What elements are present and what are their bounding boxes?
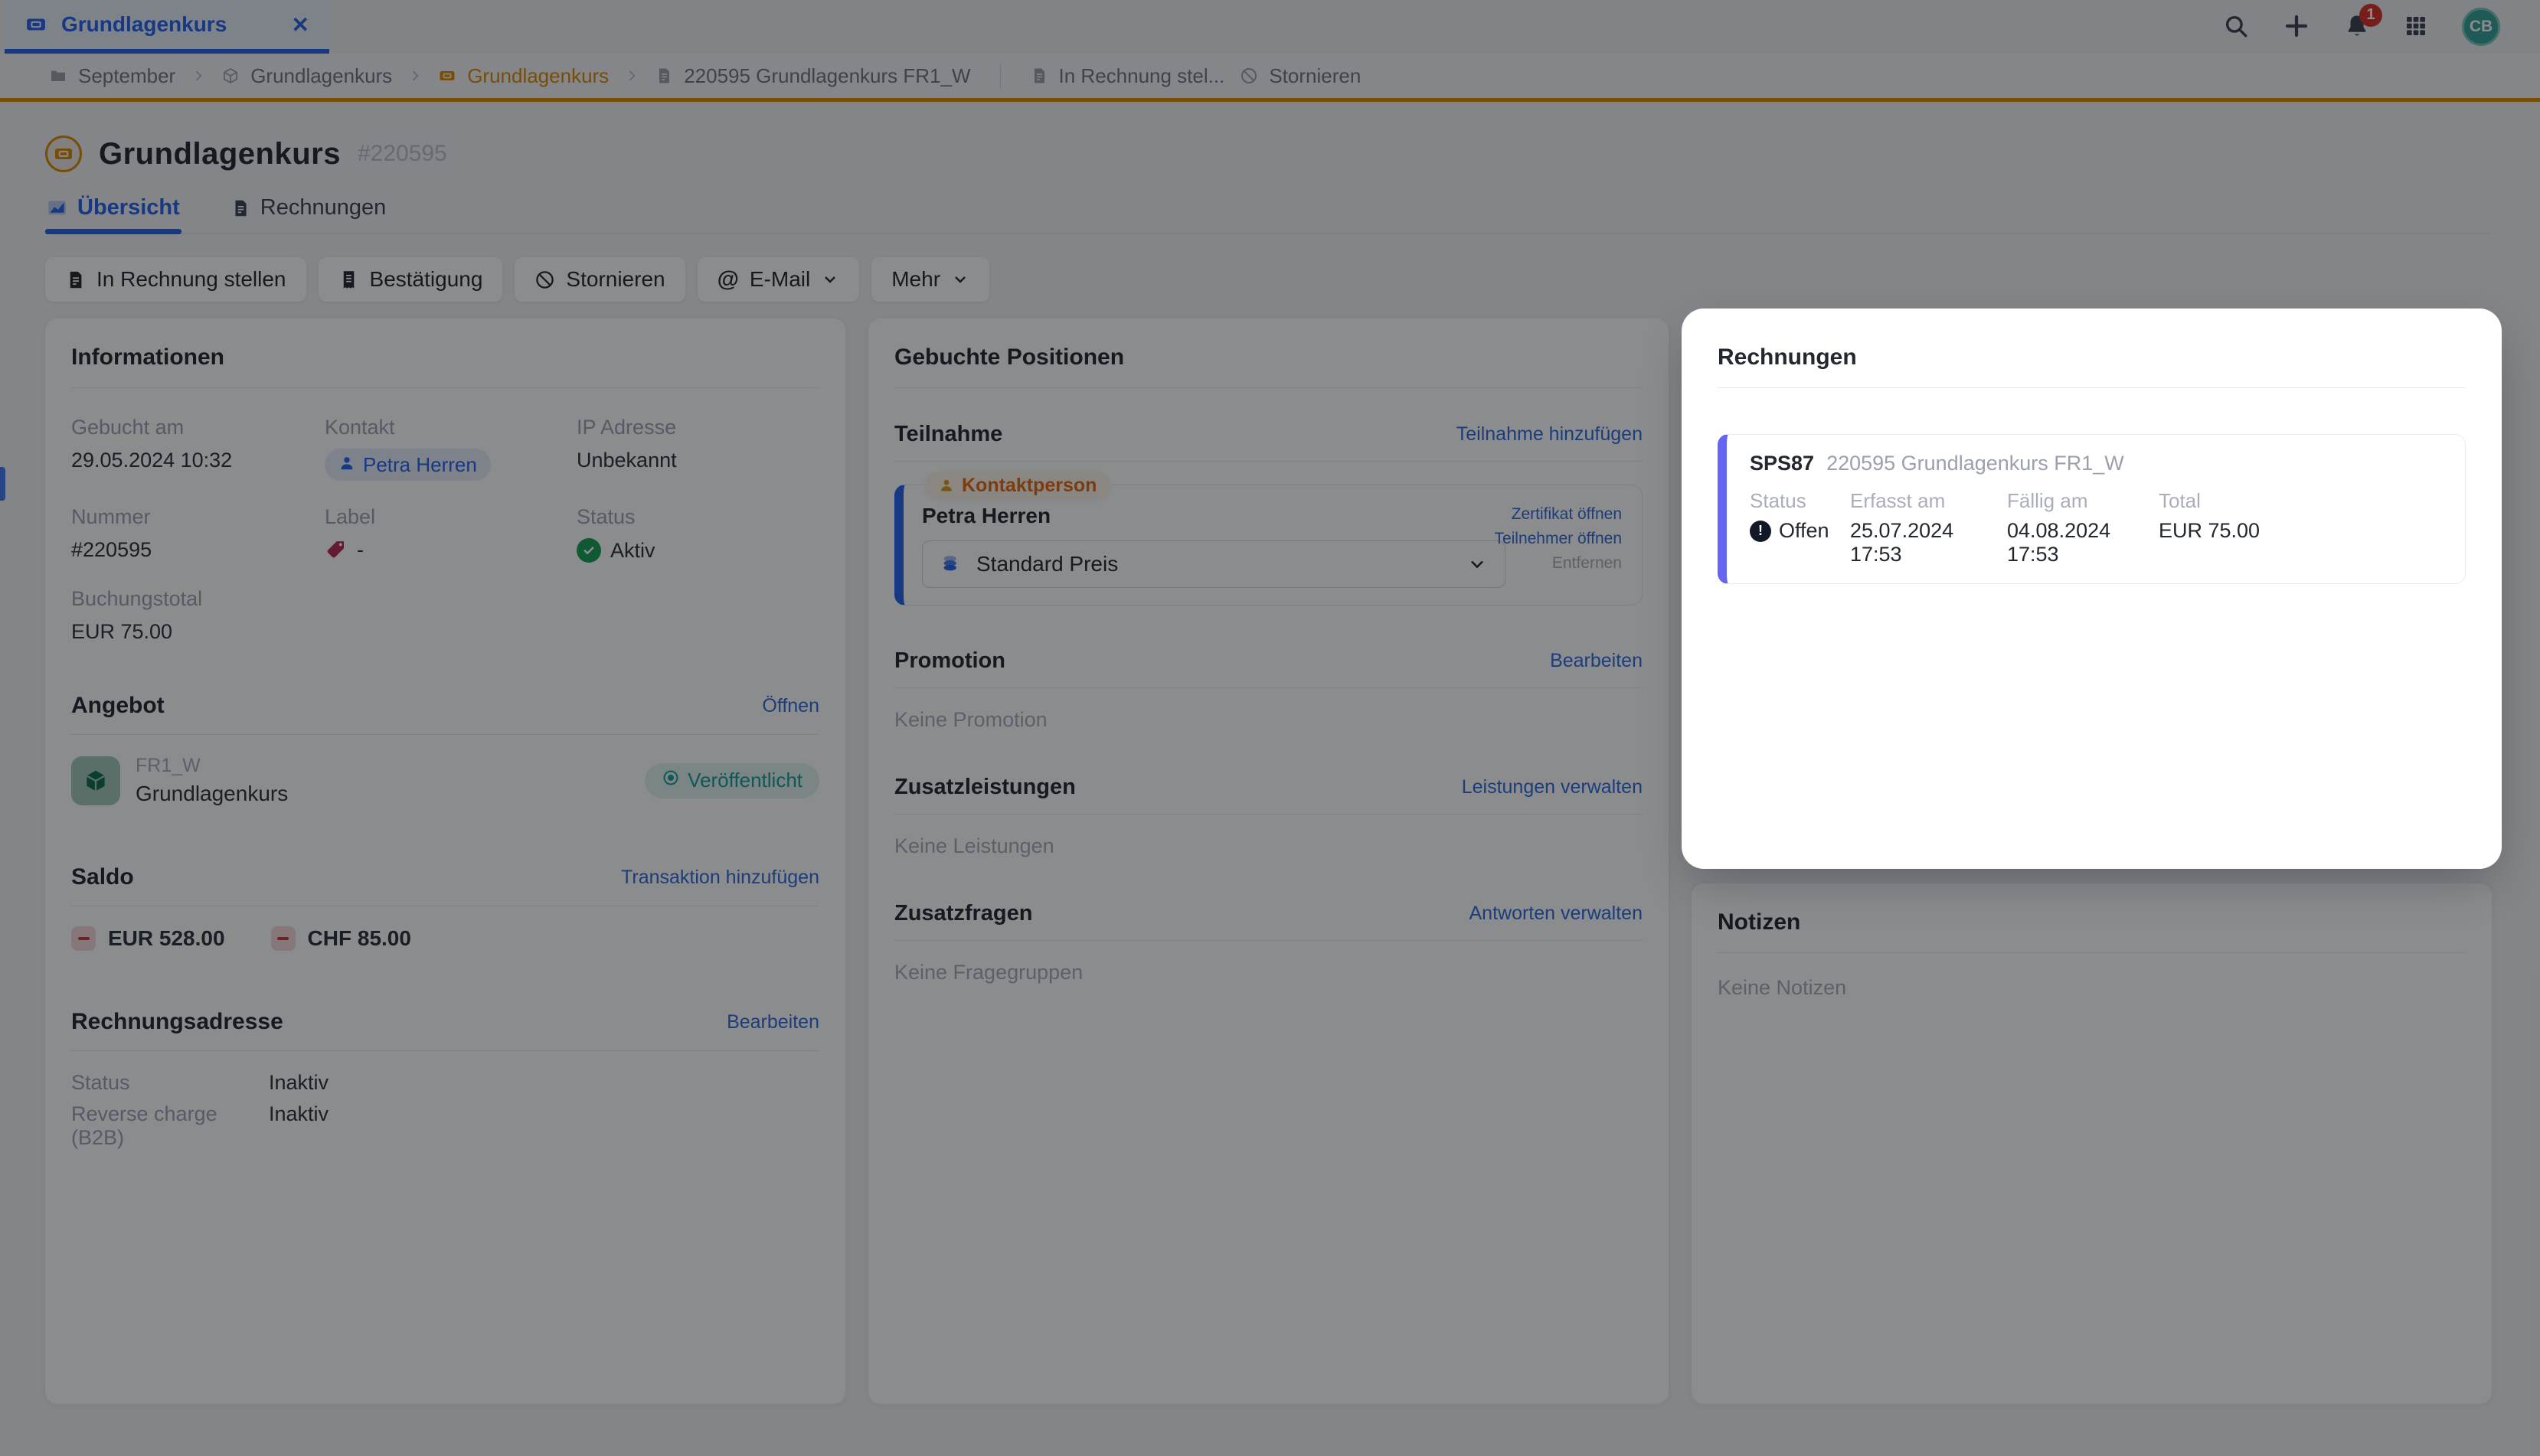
invoice-total-col: Total EUR 75.00 xyxy=(2159,489,2445,566)
invoice-total: EUR 75.00 xyxy=(2159,519,2445,543)
column-label: Fällig am xyxy=(2007,489,2159,513)
invoice-due: 04.08.2024 17:53 xyxy=(2007,519,2159,566)
column-label: Erfasst am xyxy=(1850,489,2007,513)
invoice-name: 220595 Grundlagenkurs FR1_W xyxy=(1826,452,2124,475)
invoice-status: Offen xyxy=(1779,519,1829,543)
column-label: Status xyxy=(1750,489,1850,513)
section-head: Rechnungen xyxy=(1718,334,2466,387)
alert-icon: ! xyxy=(1750,521,1771,542)
invoice-created-col: Erfasst am 25.07.2024 17:53 xyxy=(1850,489,2007,566)
invoices-card: Rechnungen SPS87 220595 Grundlagenkurs F… xyxy=(1692,318,2492,859)
section-title: Rechnungen xyxy=(1718,344,1857,371)
invoice-due-col: Fällig am 04.08.2024 17:53 xyxy=(2007,489,2159,566)
column-label: Total xyxy=(2159,489,2445,513)
invoice-created: 25.07.2024 17:53 xyxy=(1850,519,2007,566)
invoice-row[interactable]: SPS87 220595 Grundlagenkurs FR1_W Status… xyxy=(1718,434,2466,584)
divider xyxy=(1718,387,2466,388)
invoice-details: Status ! Offen Erfasst am 25.07.2024 17:… xyxy=(1750,489,2445,566)
app-window: Grundlagenkurs ✕ 1 CB September xyxy=(0,0,2540,1456)
invoice-code: SPS87 xyxy=(1750,452,1814,475)
invoice-status-col: Status ! Offen xyxy=(1750,489,1850,566)
